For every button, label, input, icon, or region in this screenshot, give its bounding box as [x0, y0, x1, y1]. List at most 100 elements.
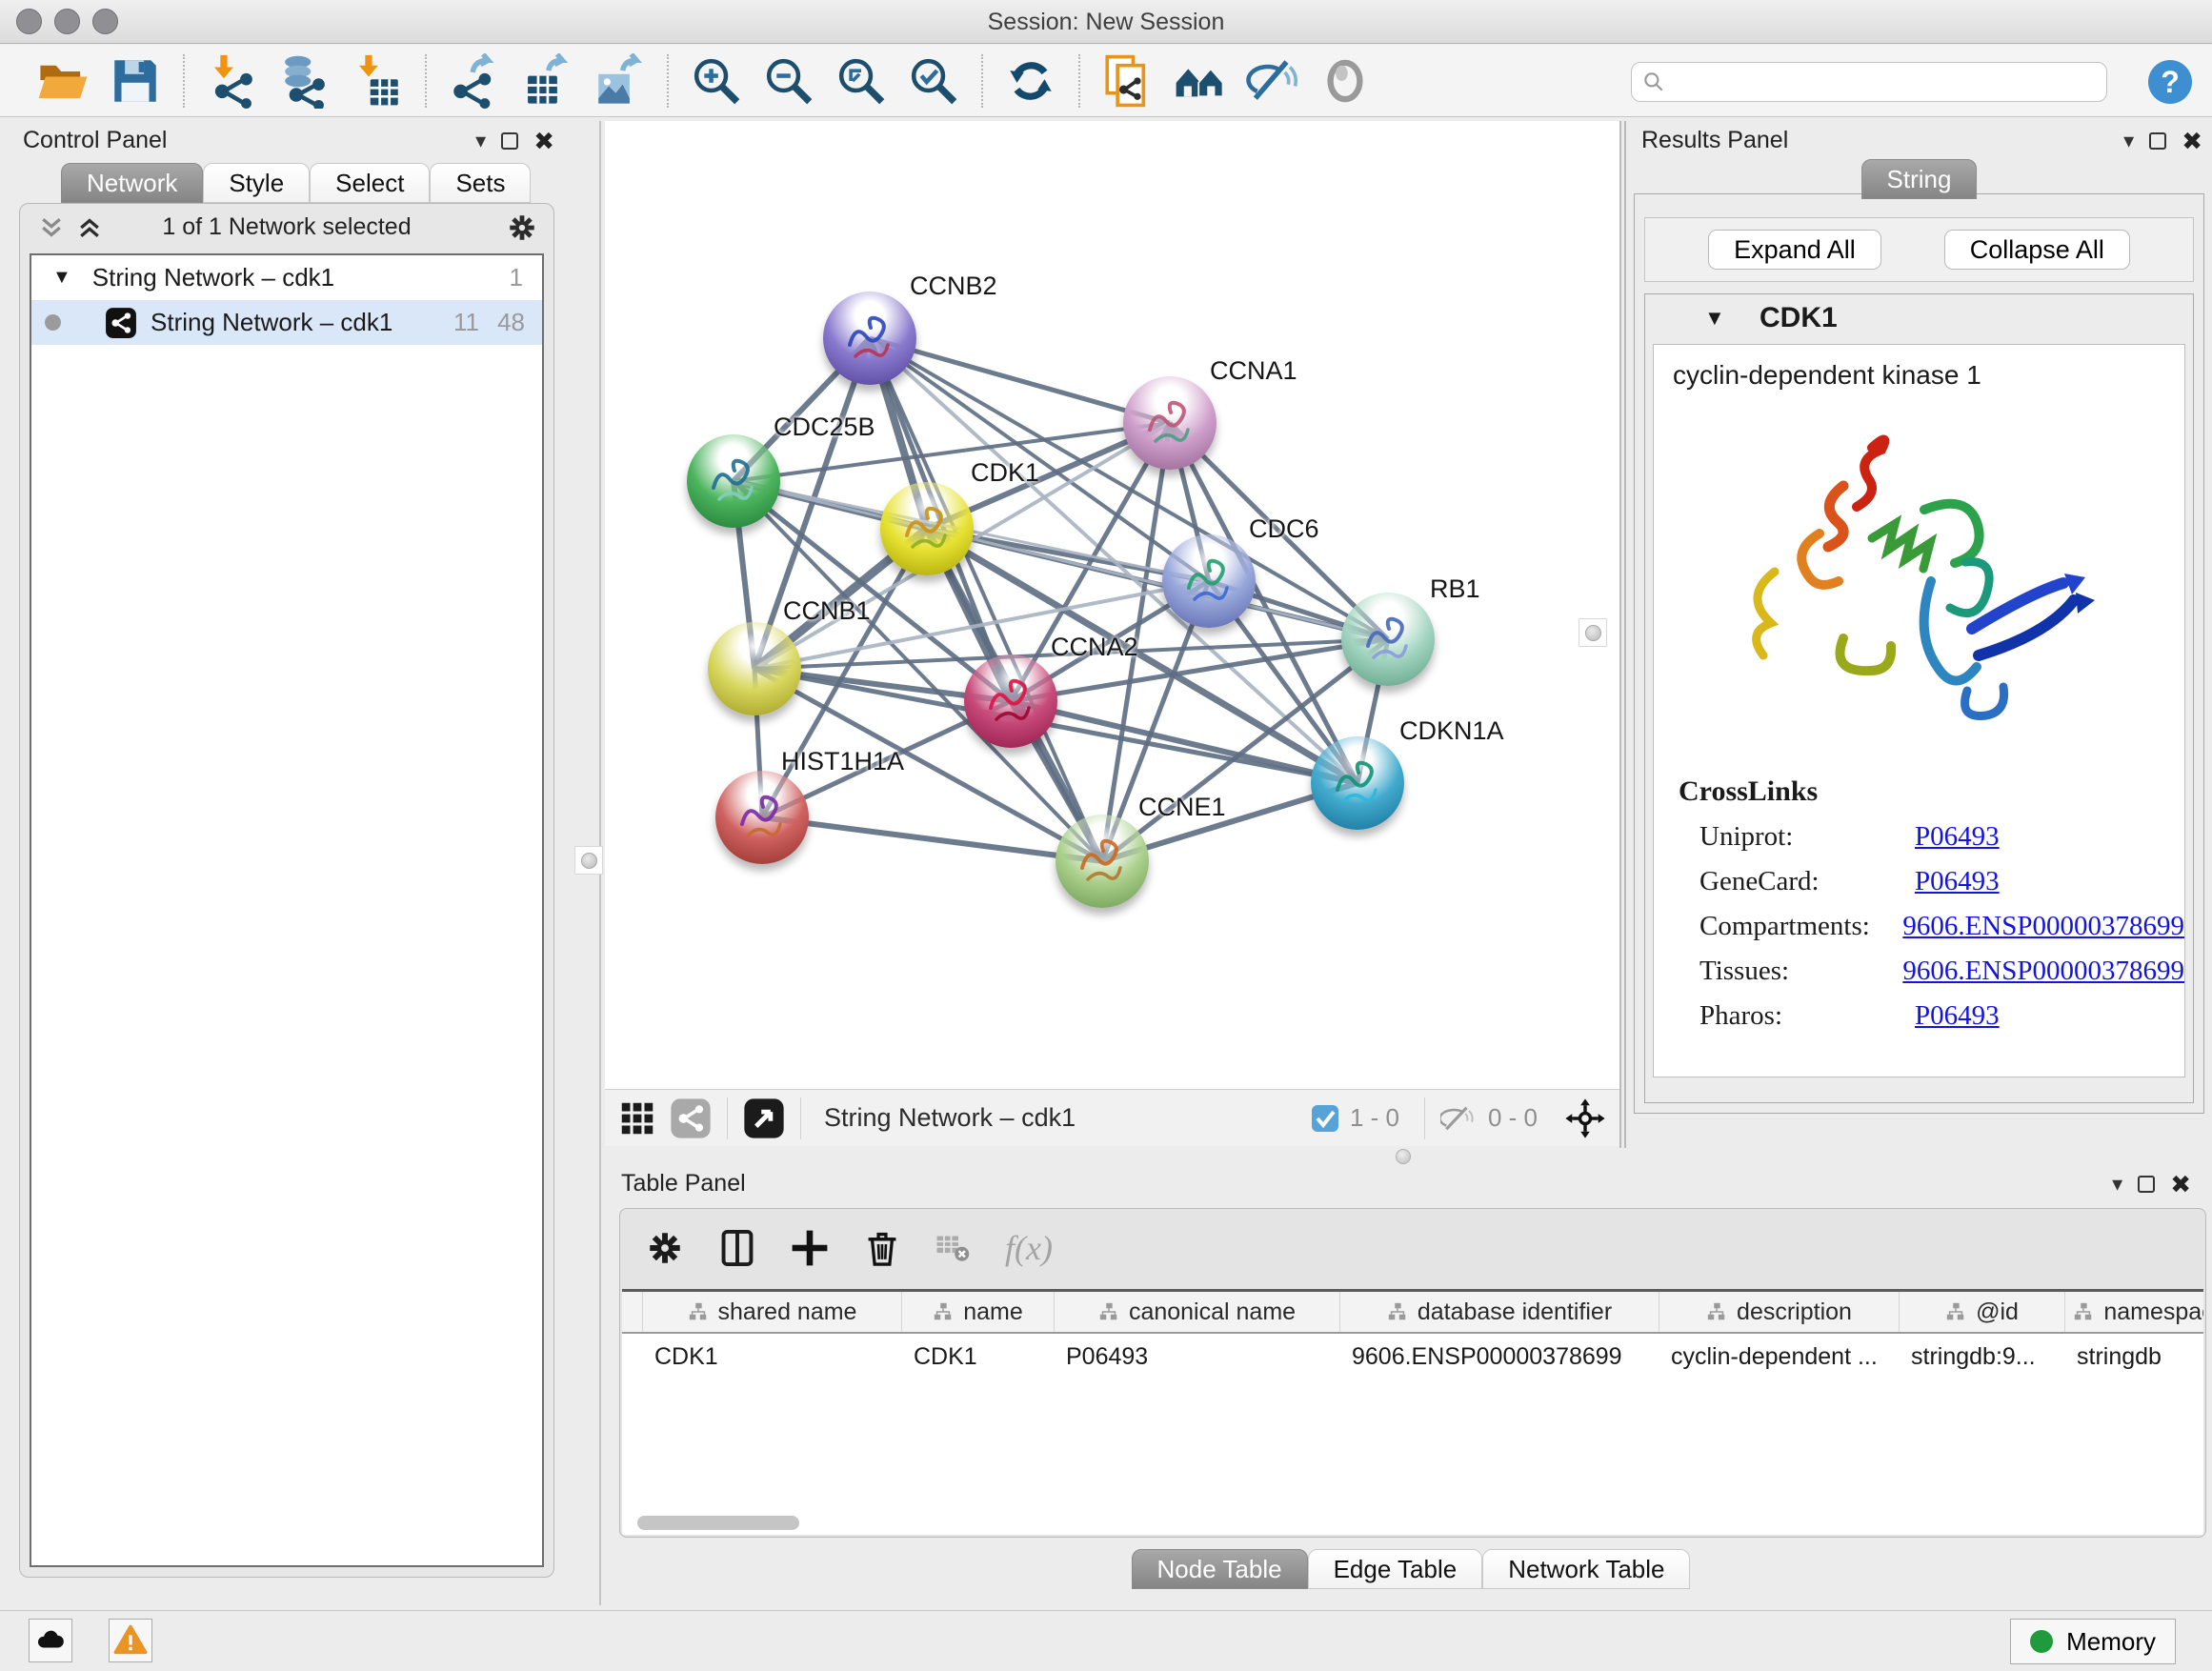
export-table-icon[interactable] [516, 50, 577, 111]
table-cell[interactable]: cyclin-dependent ... [1659, 1336, 1900, 1379]
network-node-cdc6[interactable] [1162, 534, 1256, 628]
entry-expander-icon[interactable]: ▼ [1704, 306, 1725, 331]
table-cell[interactable]: CDK1 [643, 1336, 902, 1379]
open-session-icon[interactable] [32, 50, 93, 111]
cloud-icon[interactable] [29, 1619, 72, 1662]
tab-network-table[interactable]: Network Table [1482, 1549, 1690, 1589]
expand-all-button[interactable]: Expand All [1708, 230, 1881, 270]
horizontal-scrollbar[interactable] [637, 1516, 799, 1530]
delete-column-icon[interactable] [862, 1228, 902, 1268]
float-panel-icon[interactable] [2138, 1176, 2155, 1193]
network-node-ccnb1[interactable] [708, 622, 801, 715]
search-input[interactable] [1666, 69, 2085, 95]
column-header-database-identifier[interactable]: database identifier [1340, 1292, 1659, 1332]
right-splitter[interactable] [1619, 121, 1626, 1148]
network-view-title: String Network – cdk1 [824, 1103, 1076, 1133]
network-node-hist1h1a[interactable] [715, 771, 809, 864]
memory-button[interactable]: Memory [2010, 1619, 2176, 1664]
column-header-shared-name[interactable]: shared name [643, 1292, 902, 1332]
close-panel-icon[interactable]: ✖ [533, 129, 554, 153]
save-session-icon[interactable] [105, 50, 166, 111]
window-titlebar: Session: New Session [0, 0, 2212, 44]
tab-string[interactable]: String [1861, 159, 1978, 199]
add-column-icon[interactable] [790, 1228, 830, 1268]
table-cell[interactable]: stringdb:9... [1900, 1336, 2065, 1379]
close-panel-icon[interactable]: ✖ [2170, 1172, 2191, 1197]
gear-icon[interactable] [506, 211, 538, 244]
column-header-namespac[interactable]: namespac [2065, 1292, 2203, 1332]
network-node-ccna1[interactable] [1123, 376, 1217, 470]
network-node-ccnb2[interactable] [823, 292, 916, 385]
left-splitter-handle[interactable] [574, 846, 603, 875]
table-cell[interactable]: CDK1 [902, 1336, 1055, 1379]
warning-icon[interactable] [109, 1619, 152, 1662]
tab-node-table[interactable]: Node Table [1132, 1549, 1308, 1589]
zoom-in-icon[interactable] [686, 50, 747, 111]
network-collection-row[interactable]: ▼ String Network – cdk1 1 [31, 255, 542, 300]
crosslink-compartments[interactable]: 9606.ENSP00000378699 [1902, 911, 2184, 942]
protein-thumbnail [1162, 534, 1256, 628]
network-node-cdkn1a[interactable] [1311, 736, 1404, 830]
panel-menu-icon[interactable]: ▾ [2123, 131, 2134, 151]
protein-thumbnail [715, 771, 809, 864]
tab-network[interactable]: Network [61, 163, 203, 203]
collapse-all-button[interactable]: Collapse All [1944, 230, 2130, 270]
panel-menu-icon[interactable]: ▾ [2112, 1174, 2122, 1195]
network-node-ccna2[interactable] [964, 654, 1057, 748]
close-panel-icon[interactable]: ✖ [2182, 129, 2202, 153]
export-image-icon[interactable] [589, 50, 650, 111]
show-columns-icon[interactable] [717, 1228, 757, 1268]
gear-icon[interactable] [645, 1228, 685, 1268]
import-network-file-icon[interactable] [202, 50, 263, 111]
network-node-rb1[interactable] [1341, 593, 1435, 686]
crosslink-pharos[interactable]: P06493 [1915, 1000, 2000, 1032]
gene-entry-header[interactable]: ▼ CDK1 [1645, 294, 2193, 342]
right-splitter-handle[interactable] [1579, 618, 1607, 647]
network-canvas[interactable]: CCNB2 CCNA1 CDC25B CDK1 CDC6 [605, 121, 1619, 1089]
crosslink-genecard[interactable]: P06493 [1915, 866, 2000, 897]
network-edge[interactable] [762, 817, 1102, 861]
network-node-cdc25b[interactable] [687, 434, 780, 528]
clone-network-icon[interactable] [1097, 50, 1158, 111]
grid-view-icon[interactable] [618, 1099, 656, 1137]
selected-checkbox-icon[interactable] [1310, 1103, 1340, 1134]
home-icon[interactable] [1170, 50, 1231, 111]
string-view-icon[interactable] [670, 1097, 712, 1139]
collection-expander-icon[interactable]: ▼ [52, 267, 71, 289]
crosslink-tissues[interactable]: 9606.ENSP00000378699 [1902, 956, 2184, 987]
table-row[interactable]: CDK1CDK1P064939606.ENSP00000378699cyclin… [622, 1336, 2203, 1379]
tab-style[interactable]: Style [203, 163, 310, 203]
column-header-name[interactable]: name [902, 1292, 1055, 1332]
table-cell[interactable]: 9606.ENSP00000378699 [1340, 1336, 1659, 1379]
panel-menu-icon[interactable]: ▾ [475, 131, 486, 151]
import-network-database-icon[interactable] [274, 50, 335, 111]
birdseye-toggle-icon[interactable] [1564, 1097, 1606, 1139]
tab-sets[interactable]: Sets [430, 163, 531, 203]
horizontal-splitter-handle[interactable] [1396, 1149, 1411, 1164]
table-cell[interactable]: P06493 [1055, 1336, 1340, 1379]
network-row[interactable]: String Network – cdk1 11 48 [31, 300, 542, 345]
float-panel-icon[interactable] [501, 132, 518, 150]
network-node-ccne1[interactable] [1056, 815, 1149, 908]
birdseye-icon[interactable] [1315, 50, 1376, 111]
node-table[interactable]: shared namenamecanonical namedatabase id… [622, 1289, 2203, 1535]
network-node-cdk1[interactable] [880, 482, 974, 575]
column-header-description[interactable]: description [1659, 1292, 1900, 1332]
column-header--id[interactable]: @id [1900, 1292, 2065, 1332]
open-in-window-icon[interactable] [743, 1097, 785, 1139]
crosslink-uniprot[interactable]: P06493 [1915, 821, 2000, 853]
zoom-fit-icon[interactable] [831, 50, 892, 111]
export-network-icon[interactable] [444, 50, 505, 111]
column-header-canonical-name[interactable]: canonical name [1055, 1292, 1340, 1332]
help-icon[interactable]: ? [2148, 60, 2192, 104]
refresh-icon[interactable] [1000, 50, 1061, 111]
hide-graphics-icon[interactable] [1242, 50, 1303, 111]
import-table-icon[interactable] [347, 50, 408, 111]
table-cell[interactable]: stringdb [2065, 1336, 2203, 1379]
tab-select[interactable]: Select [310, 163, 430, 203]
tab-edge-table[interactable]: Edge Table [1308, 1549, 1483, 1589]
search-icon [1641, 70, 1666, 94]
zoom-selected-icon[interactable] [903, 50, 964, 111]
float-panel-icon[interactable] [2149, 132, 2166, 150]
zoom-out-icon[interactable] [758, 50, 819, 111]
